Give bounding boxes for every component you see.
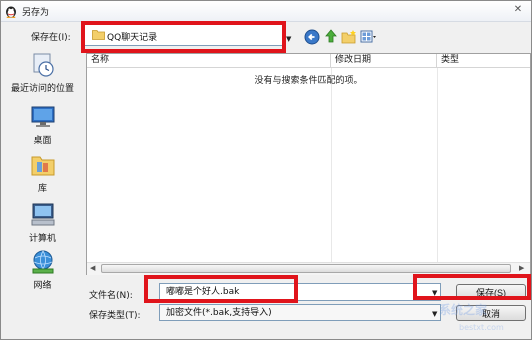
qq-penguin-icon (6, 6, 16, 18)
filename-dropdown-arrow[interactable]: ▼ (432, 289, 437, 297)
close-button[interactable]: ✕ (509, 3, 527, 17)
title-bar: 另存为 ✕ (1, 1, 531, 22)
empty-list-message: 没有与搜索条件匹配的项。 (254, 76, 363, 86)
watermark-brand: 系统之家 (439, 303, 488, 317)
recent-places-icon (33, 53, 54, 77)
folder-icon (92, 30, 105, 40)
network-icon (32, 250, 53, 274)
scroll-right-icon[interactable]: ▶ (519, 264, 524, 272)
filetype-dropdown-arrow[interactable]: ▼ (432, 310, 437, 318)
place-label: 库 (37, 184, 47, 194)
save-in-label: 保存在(I): (31, 33, 71, 43)
places-bar: 最近访问的位置 桌面 库 计算机 网络 (1, 51, 84, 291)
desktop-icon (31, 106, 54, 127)
place-network[interactable]: 网络 (1, 248, 84, 291)
horizontal-scrollbar[interactable]: ◀ ▶ (87, 262, 530, 275)
libraries-icon (31, 156, 54, 176)
place-label: 计算机 (28, 234, 56, 244)
save-in-value: QQ聊天记录 (107, 33, 158, 43)
column-divider (437, 68, 438, 264)
column-header-name[interactable]: 名称 (87, 54, 331, 68)
filename-input[interactable]: 嘟嘟是个好人.bak (159, 283, 441, 301)
place-label: 桌面 (33, 136, 52, 146)
column-divider (331, 68, 332, 264)
place-label: 网络 (33, 281, 52, 291)
filetype-select[interactable]: 加密文件(*.bak,支持导入) (159, 304, 441, 321)
place-label: 最近访问的位置 (10, 84, 74, 94)
place-recent[interactable]: 最近访问的位置 (1, 51, 84, 94)
place-libraries[interactable]: 库 (1, 151, 84, 194)
view-menu-icon[interactable] (360, 29, 376, 45)
place-desktop[interactable]: 桌面 (1, 103, 84, 146)
save-in-dropdown-arrow[interactable]: ▼ (286, 35, 291, 43)
window-title: 另存为 (22, 8, 50, 18)
save-in-dropdown[interactable]: QQ聊天记录 (84, 24, 283, 46)
column-header-type[interactable]: 类型 (437, 54, 530, 68)
column-header-date[interactable]: 修改日期 (331, 54, 437, 68)
save-button[interactable]: 保存(S) (456, 284, 526, 300)
scrollbar-thumb[interactable] (101, 264, 511, 273)
filename-label: 文件名(N): (89, 291, 133, 301)
filetype-label: 保存类型(T): (89, 311, 141, 321)
up-folder-icon[interactable] (323, 28, 339, 44)
new-folder-icon[interactable] (341, 29, 357, 45)
file-list[interactable]: 名称 修改日期 类型 没有与搜索条件匹配的项。 ◀ ▶ (86, 53, 531, 275)
watermark-site: bestxt.com (459, 323, 504, 332)
save-as-dialog: 另存为 ✕ 保存在(I): QQ聊天记录 ▼ 最近访问的位置 桌面 库 计算机 … (0, 0, 532, 340)
computer-icon (31, 203, 54, 226)
back-icon[interactable] (304, 29, 320, 45)
scroll-left-icon[interactable]: ◀ (90, 264, 95, 272)
place-computer[interactable]: 计算机 (1, 201, 84, 244)
